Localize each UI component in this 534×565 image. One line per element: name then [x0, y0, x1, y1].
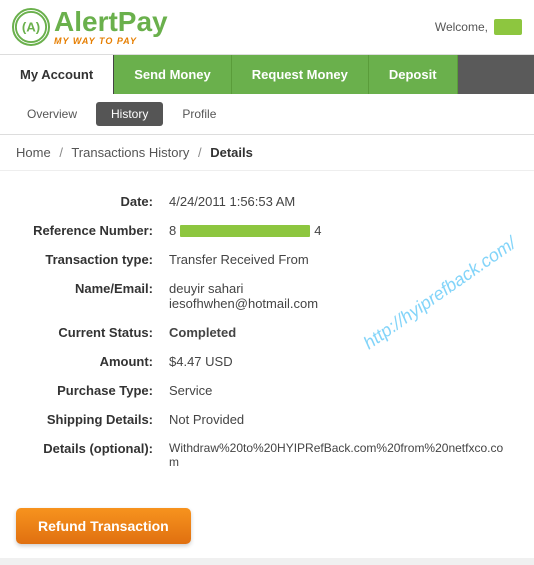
breadcrumb: Home / Transactions History / Details — [0, 135, 534, 171]
ref-start: 8 — [169, 223, 176, 238]
table-row-amount: Amount: $4.47 USD — [16, 347, 518, 376]
nav-item-deposit[interactable]: Deposit — [369, 55, 458, 94]
header: (A) AlertPay MY WAY TO PAY Welcome, — [0, 0, 534, 55]
logo-area: (A) AlertPay MY WAY TO PAY — [12, 8, 168, 46]
amount-value: $4.47 USD — [161, 347, 518, 376]
table-row-date: Date: 4/24/2011 1:56:53 AM — [16, 187, 518, 216]
table-row-purchase-type: Purchase Type: Service — [16, 376, 518, 405]
user-badge — [494, 19, 522, 35]
table-row-name-email: Name/Email: deuyir sahari iesofhwhen@hot… — [16, 274, 518, 318]
sub-nav: Overview History Profile — [0, 94, 534, 135]
table-row-txn-type: Transaction type: Transfer Received From — [16, 245, 518, 274]
breadcrumb-sep1: / — [59, 145, 63, 160]
date-label: Date: — [16, 187, 161, 216]
details-optional-label: Details (optional): — [16, 434, 161, 476]
name-value: deuyir sahari — [169, 281, 510, 296]
ref-bar — [180, 225, 310, 237]
welcome-text: Welcome, — [435, 20, 488, 34]
shipping-label: Shipping Details: — [16, 405, 161, 434]
sub-nav-overview[interactable]: Overview — [12, 102, 92, 126]
breadcrumb-sep2: / — [198, 145, 202, 160]
ref-end: 4 — [314, 223, 321, 238]
details-optional-value: Withdraw%20to%20HYIPRefBack.com%20from%2… — [161, 434, 518, 476]
status-label: Current Status: — [16, 318, 161, 347]
email-value: iesofhwhen@hotmail.com — [169, 296, 510, 311]
purchase-label: Purchase Type: — [16, 376, 161, 405]
shipping-value: Not Provided — [161, 405, 518, 434]
txn-type-value: Transfer Received From — [161, 245, 518, 274]
breadcrumb-current: Details — [210, 145, 253, 160]
logo-tagline: MY WAY TO PAY — [54, 36, 168, 46]
amount-label: Amount: — [16, 347, 161, 376]
sub-nav-history[interactable]: History — [96, 102, 163, 126]
status-value: Completed — [161, 318, 518, 347]
detail-table: Date: 4/24/2011 1:56:53 AM Reference Num… — [16, 187, 518, 476]
ref-value: 8 4 — [161, 216, 518, 245]
footer-area: Refund Transaction — [0, 496, 534, 558]
txn-type-label: Transaction type: — [16, 245, 161, 274]
nav-item-my-account[interactable]: My Account — [0, 55, 114, 94]
name-email-label: Name/Email: — [16, 274, 161, 318]
nav-item-request-money[interactable]: Request Money — [232, 55, 369, 94]
ref-bar-container: 8 4 — [169, 223, 510, 238]
table-row-details-optional: Details (optional): Withdraw%20to%20HYIP… — [16, 434, 518, 476]
logo-text: AlertPay MY WAY TO PAY — [54, 8, 168, 46]
name-email-value: deuyir sahari iesofhwhen@hotmail.com — [161, 274, 518, 318]
main-nav: My Account Send Money Request Money Depo… — [0, 55, 534, 94]
sub-nav-profile[interactable]: Profile — [167, 102, 231, 126]
welcome-area: Welcome, — [435, 19, 522, 35]
ref-label: Reference Number: — [16, 216, 161, 245]
logo-name: AlertPay — [54, 8, 168, 36]
table-row-shipping: Shipping Details: Not Provided — [16, 405, 518, 434]
breadcrumb-home[interactable]: Home — [16, 145, 51, 160]
purchase-value: Service — [161, 376, 518, 405]
breadcrumb-section[interactable]: Transactions History — [71, 145, 189, 160]
table-row-status: Current Status: Completed — [16, 318, 518, 347]
table-row-ref: Reference Number: 8 4 — [16, 216, 518, 245]
content-area: http://hyiprefback.com/ Date: 4/24/2011 … — [0, 171, 534, 496]
refund-transaction-button[interactable]: Refund Transaction — [16, 508, 191, 544]
date-value: 4/24/2011 1:56:53 AM — [161, 187, 518, 216]
svg-text:(A): (A) — [22, 20, 40, 35]
nav-item-send-money[interactable]: Send Money — [114, 55, 232, 94]
logo-icon: (A) — [12, 8, 50, 46]
